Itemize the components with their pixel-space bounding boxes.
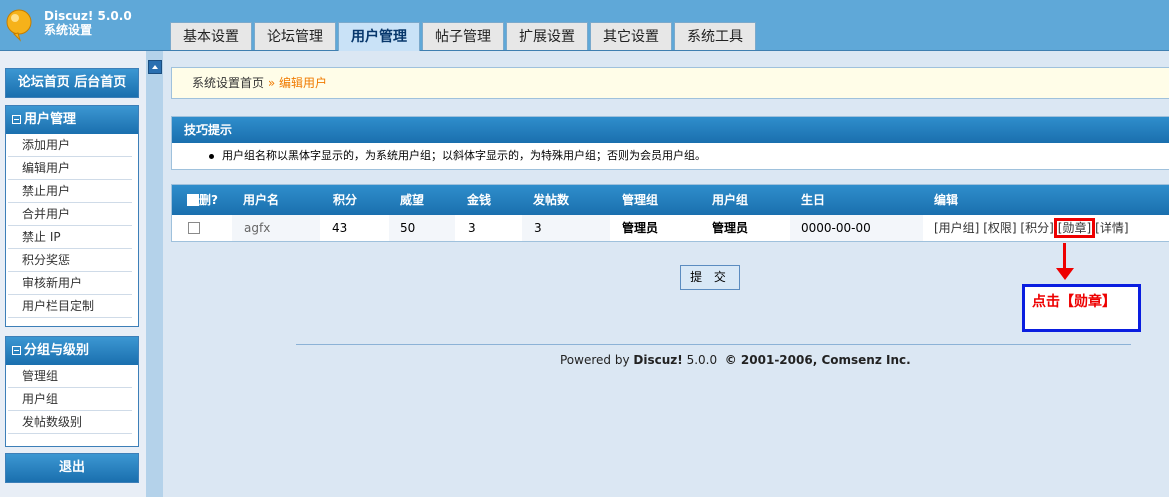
tab-post-management[interactable]: 帖子管理	[422, 22, 504, 50]
sidebar-item-merge-user[interactable]: 合并用户	[8, 203, 132, 226]
collapse-sidebar-icon[interactable]	[148, 60, 162, 74]
cell-admin-group: 管理员	[622, 221, 659, 235]
header-posts: 发帖数	[533, 193, 570, 207]
header-money: 金钱	[467, 193, 492, 207]
header-credits: 积分	[333, 193, 358, 207]
sidebar-user-section-title: 用户管理	[24, 112, 77, 127]
cell-username[interactable]: agfx	[232, 215, 320, 241]
cell-user-group: 管理员	[712, 221, 749, 235]
brand-version: Discuz! 5.0.0	[44, 9, 132, 23]
edit-usergroup-link[interactable]: [用户组]	[934, 221, 979, 235]
edit-detail-link[interactable]: [详情]	[1095, 221, 1128, 235]
footer-product: Discuz!	[633, 353, 683, 367]
edit-medal-link[interactable]: [勋章]	[1053, 218, 1096, 238]
top-header: Discuz! 5.0.0 系统设置 基本设置 论坛管理 用户管理 帖子管理 扩…	[0, 0, 1169, 51]
footer-copyright: © 2001-2006, Comsenz Inc.	[724, 353, 911, 367]
tab-other-settings[interactable]: 其它设置	[590, 22, 672, 50]
tab-forum-management[interactable]: 论坛管理	[254, 22, 336, 50]
sidebar-splitter	[146, 51, 163, 497]
submit-button[interactable]: 提 交	[680, 265, 740, 290]
tip-text: 用户组名称以黑体字显示的，为系统用户组；以斜体字显示的，为特殊用户组；否则为会员…	[222, 149, 706, 162]
main-tabs: 基本设置 论坛管理 用户管理 帖子管理 扩展设置 其它设置 系统工具	[170, 22, 756, 51]
sidebar-item-user-fields[interactable]: 用户栏目定制	[8, 295, 132, 318]
tip-panel: 技巧提示 用户组名称以黑体字显示的，为系统用户组；以斜体字显示的，为特殊用户组；…	[171, 116, 1169, 170]
sidebar-item-ban-ip[interactable]: 禁止 IP	[8, 226, 132, 249]
breadcrumb-current: 编辑用户	[279, 76, 328, 90]
select-all-checkbox[interactable]	[187, 194, 199, 206]
cell-money: 3	[468, 221, 476, 235]
tab-basic-settings[interactable]: 基本设置	[170, 22, 252, 50]
sidebar-item-credit-reward[interactable]: 积分奖惩	[8, 249, 132, 272]
footer-divider	[296, 344, 1131, 345]
brand-title: Discuz! 5.0.0 系统设置	[44, 9, 132, 37]
breadcrumb-separator: »	[267, 76, 276, 90]
sidebar-item-add-user[interactable]: 添加用户	[8, 134, 132, 157]
footer-powered-by: Powered by	[560, 353, 630, 367]
discuz-logo-icon	[6, 9, 32, 42]
sidebar-group-section-header[interactable]: 分组与级别	[6, 337, 138, 365]
cell-edit: [用户组] [权限] [积分] [勋章] [详情]	[934, 215, 1129, 241]
sidebar-user-section-header[interactable]: 用户管理	[6, 106, 138, 134]
annotation-arrow-head-icon	[1056, 268, 1074, 280]
header-delete-label: 删?	[199, 193, 218, 207]
footer: Powered by Discuz! 5.0.0 © 2001-2006, Co…	[560, 353, 911, 367]
sidebar: 论坛首页 后台首页 用户管理 添加用户 编辑用户 禁止用户 合并用户 禁止 IP…	[0, 51, 146, 497]
tip-title: 技巧提示	[172, 117, 1169, 143]
edit-credits-link[interactable]: [积分]	[1020, 221, 1053, 235]
sidebar-item-edit-user[interactable]: 编辑用户	[8, 157, 132, 180]
header-admin-group: 管理组	[622, 193, 659, 207]
header-username: 用户名	[243, 193, 280, 207]
cell-credits: 43	[332, 221, 348, 235]
row-delete-cell	[188, 215, 200, 241]
sidebar-user-section: 用户管理 添加用户 编辑用户 禁止用户 合并用户 禁止 IP 积分奖惩 审核新用…	[5, 105, 139, 327]
annotation-callout-text: 点击【勋章】	[1032, 294, 1116, 310]
header-prestige: 威望	[400, 193, 425, 207]
sidebar-item-ban-user[interactable]: 禁止用户	[8, 180, 132, 203]
annotation-callout: 点击【勋章】	[1022, 284, 1141, 332]
header-edit: 编辑	[934, 193, 959, 207]
cell-prestige: 50	[389, 215, 455, 241]
user-table: 删? 用户名 积分 威望 金钱 发帖数 管理组 用户组 生日 编辑 agfx 4…	[171, 184, 1169, 242]
sidebar-group-section: 分组与级别 管理组 用户组 发帖数级别	[5, 336, 139, 447]
cell-posts: 3	[522, 215, 610, 241]
sidebar-item-audit-new-user[interactable]: 审核新用户	[8, 272, 132, 295]
sidebar-group-section-title: 分组与级别	[24, 343, 90, 358]
brand-subtitle: 系统设置	[44, 23, 93, 37]
annotation-arrow-shaft	[1063, 243, 1066, 271]
footer-version: 5.0.0	[686, 353, 718, 367]
breadcrumb-home[interactable]: 系统设置首页	[192, 76, 264, 90]
tab-system-tools[interactable]: 系统工具	[674, 22, 756, 50]
header-delete: 删?	[187, 185, 218, 215]
sidebar-item-post-ranks[interactable]: 发帖数级别	[8, 411, 132, 434]
tip-item: 用户组名称以黑体字显示的，为系统用户组；以斜体字显示的，为特殊用户组；否则为会员…	[172, 143, 1169, 169]
sidebar-home-links[interactable]: 论坛首页 后台首页	[6, 69, 138, 97]
row-delete-checkbox[interactable]	[188, 222, 200, 234]
collapse-icon	[12, 115, 21, 124]
logout-button[interactable]: 退出	[6, 454, 138, 482]
table-header: 删? 用户名 积分 威望 金钱 发帖数 管理组 用户组 生日 编辑	[172, 185, 1169, 215]
header-user-group: 用户组	[712, 193, 749, 207]
sidebar-item-admin-groups[interactable]: 管理组	[8, 365, 132, 388]
cell-birthday: 0000-00-00	[790, 215, 923, 241]
tab-user-management[interactable]: 用户管理	[338, 22, 420, 51]
main-content: 系统设置首页 » 编辑用户 技巧提示 用户组名称以黑体字显示的，为系统用户组；以…	[163, 51, 1169, 497]
sidebar-home-block: 论坛首页 后台首页	[5, 68, 139, 98]
sidebar-item-user-groups[interactable]: 用户组	[8, 388, 132, 411]
edit-access-link[interactable]: [权限]	[983, 221, 1016, 235]
breadcrumb: 系统设置首页 » 编辑用户	[171, 67, 1169, 99]
tab-extension-settings[interactable]: 扩展设置	[506, 22, 588, 50]
collapse-icon	[12, 346, 21, 355]
table-row: agfx 43 50 3 3 管理员 管理员 0000-00-00 [用户组] …	[172, 215, 1169, 241]
header-birthday: 生日	[801, 193, 826, 207]
sidebar-logout-block: 退出	[5, 453, 139, 483]
